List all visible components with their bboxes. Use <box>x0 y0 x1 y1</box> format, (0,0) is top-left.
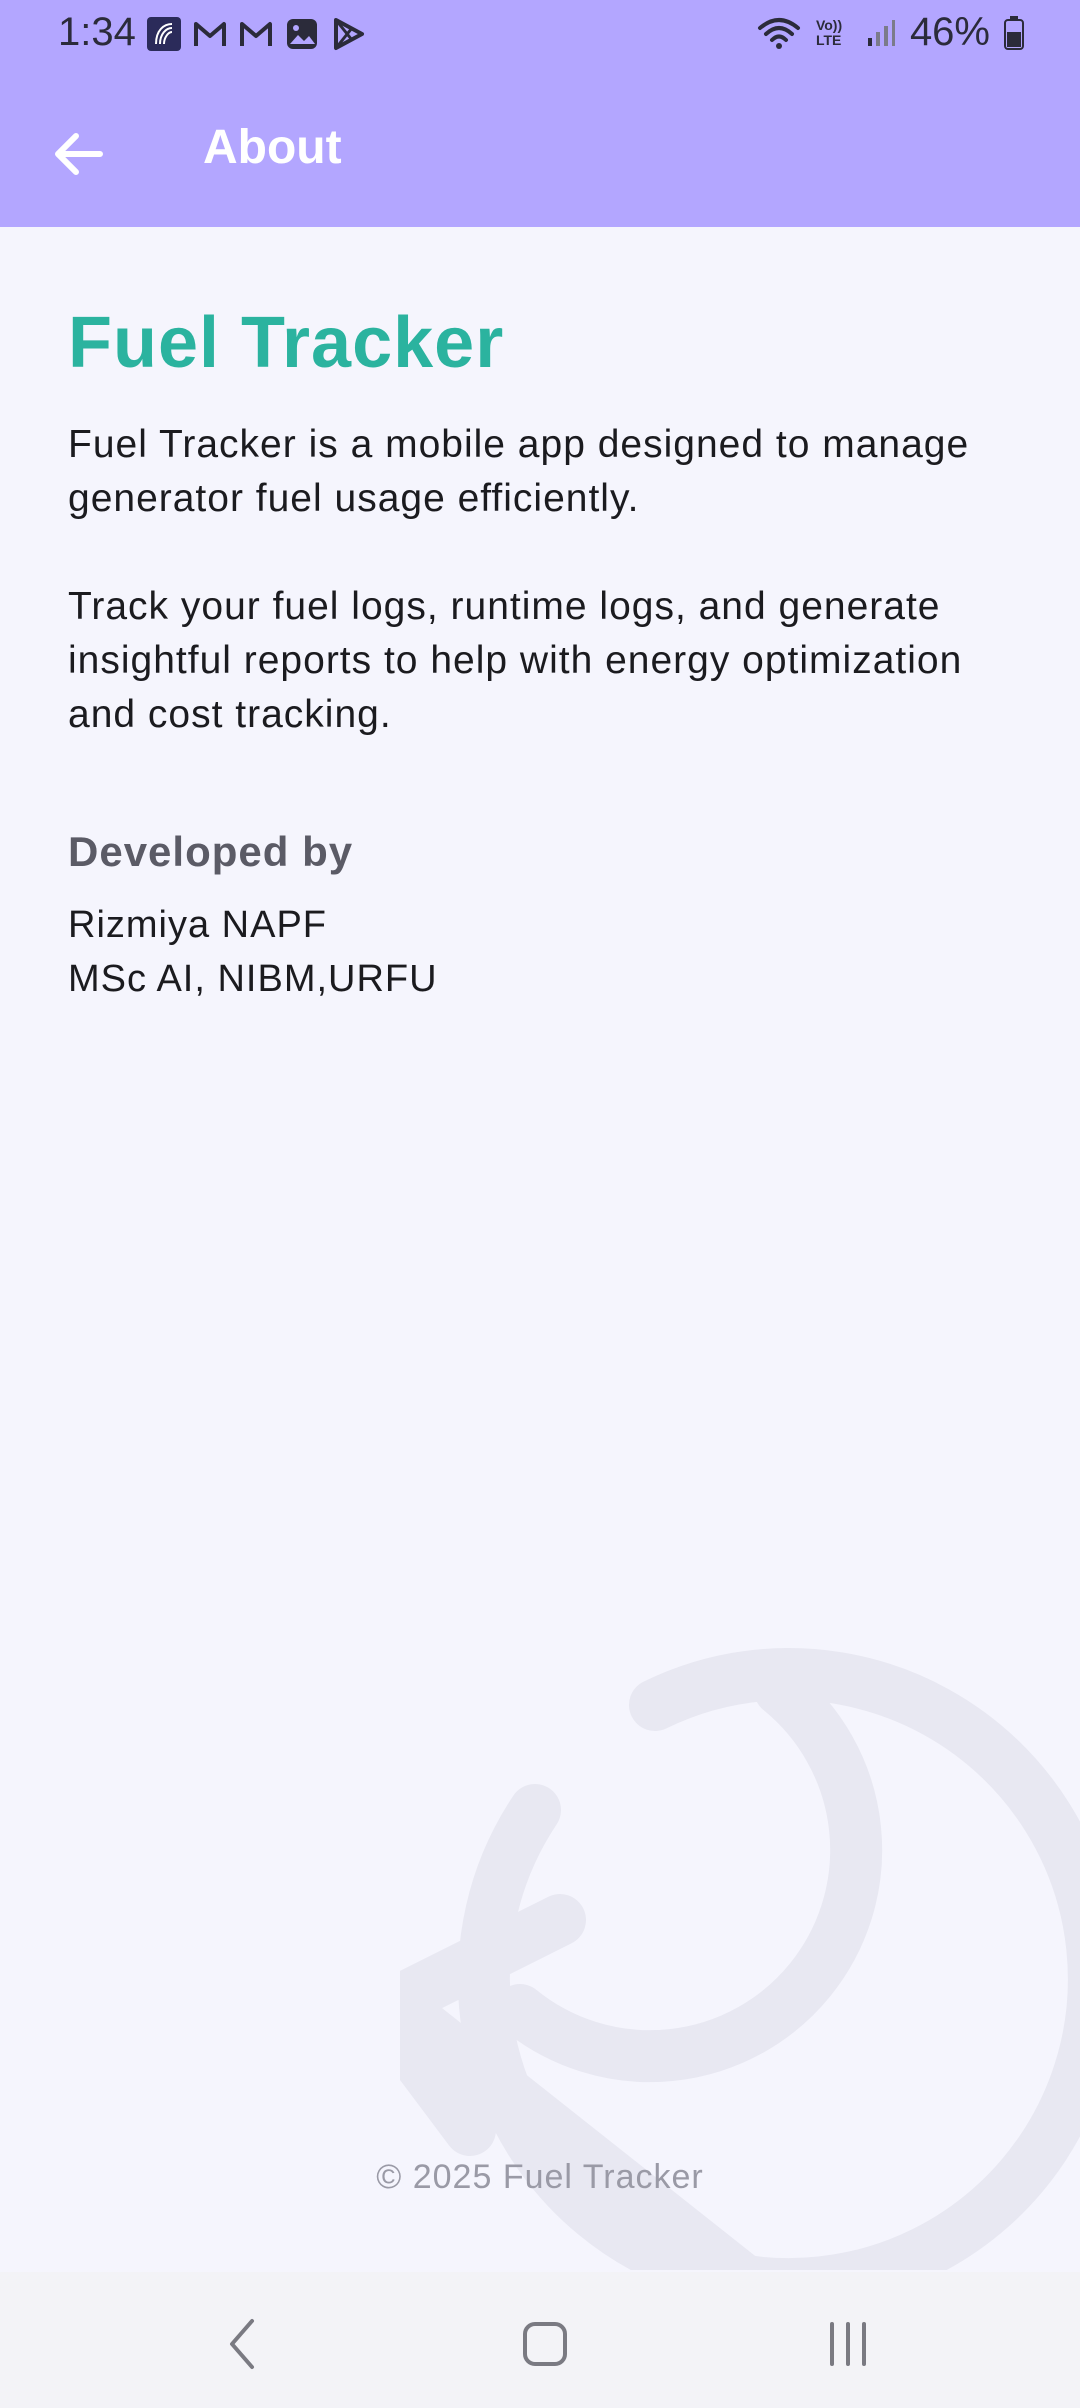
lte-label: Vo)) LTE <box>815 16 843 48</box>
status-time: 1:34 <box>58 10 136 54</box>
battery-icon <box>1004 15 1024 50</box>
back-nav-button[interactable] <box>214 2314 274 2374</box>
back-nav-icon <box>230 2319 254 2369</box>
recents-nav-button[interactable] <box>818 2314 878 2374</box>
description-paragraph-2: Track your fuel logs, runtime logs, and … <box>68 585 963 736</box>
signal-icon <box>867 19 895 46</box>
app-name-heading: Fuel Tracker <box>68 303 505 383</box>
gallery-icon <box>284 16 320 52</box>
home-nav-button[interactable] <box>515 2314 575 2374</box>
notification-app-icon <box>146 16 182 52</box>
app-bar: About <box>0 70 1080 227</box>
status-right: Vo)) LTE 46% <box>756 10 1024 55</box>
play-store-icon <box>330 16 366 52</box>
developer-degree: MSc AI, NIBM,URFU <box>68 958 438 1000</box>
system-nav-bar <box>0 2272 1080 2408</box>
page-title: About <box>203 121 342 174</box>
back-button[interactable] <box>38 114 118 194</box>
copyright-text: © 2025 Fuel Tracker <box>376 2158 704 2196</box>
arrow-left-icon <box>55 133 103 175</box>
developer-name: Rizmiya NAPF <box>68 904 328 946</box>
developed-by-heading: Developed by <box>68 828 354 875</box>
about-content: Fuel Tracker Fuel Tracker is a mobile ap… <box>68 227 1028 1006</box>
gmail-icon <box>192 16 228 52</box>
battery-percent: 46% <box>909 10 990 54</box>
recents-nav-icon <box>830 2322 866 2366</box>
status-bar: 1:34 Vo)) LTE 46% <box>0 0 1080 70</box>
home-nav-icon <box>523 2322 567 2366</box>
description-paragraph-1: Fuel Tracker is a mobile app designed to… <box>68 423 970 520</box>
notification-icons <box>146 16 366 52</box>
wifi-icon <box>757 17 800 49</box>
gmail-icon <box>238 16 274 52</box>
